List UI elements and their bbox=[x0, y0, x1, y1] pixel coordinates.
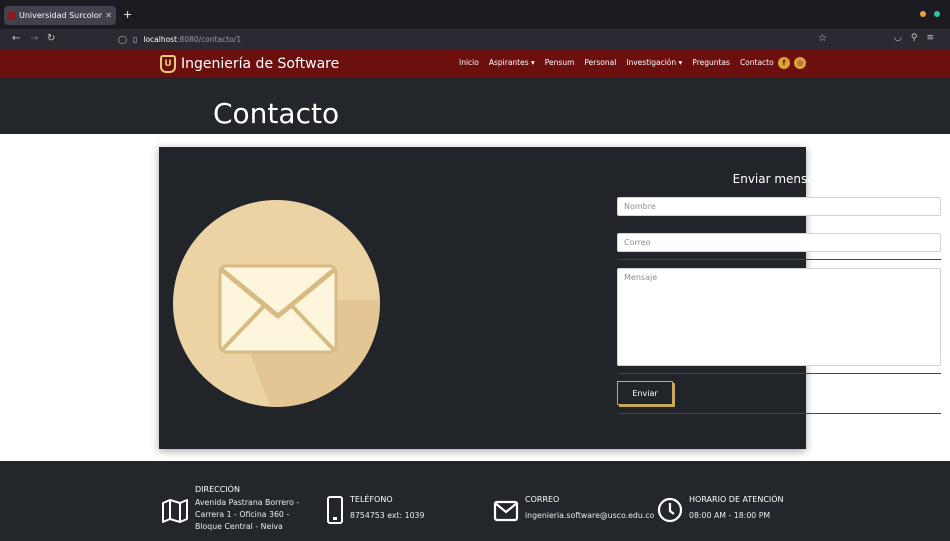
envelope-icon bbox=[493, 500, 519, 522]
footer-phone: TELÉFONO 8754753 ext: 1039 bbox=[326, 495, 424, 525]
footer-email: CORREO ingenieria.software@usco.edu.co bbox=[493, 495, 654, 522]
menu-icon[interactable]: ≡ bbox=[926, 33, 934, 43]
envelope-illustration bbox=[173, 200, 380, 407]
envelope-icon bbox=[218, 264, 338, 354]
site-footer: DIRECCIÓN Avenida Pastrana Borrero - Car… bbox=[0, 461, 950, 541]
tab-favicon-icon bbox=[8, 11, 16, 20]
pocket-icon[interactable]: ◡ bbox=[894, 33, 902, 43]
send-button[interactable]: Enviar bbox=[617, 381, 673, 405]
browser-toolbar: ← → ↻ ◯ ▯ localhost:8080/contacto/1 ☆ ◡ … bbox=[0, 29, 950, 50]
menu-item-pensum[interactable]: Pensum bbox=[545, 58, 575, 67]
url-host: localhost bbox=[143, 35, 178, 44]
map-icon bbox=[162, 499, 188, 523]
menu-item-aspirantes[interactable]: Aspirantes ▾ bbox=[489, 58, 535, 67]
email-value[interactable]: ingenieria.software@usco.edu.co bbox=[525, 510, 654, 522]
extension-icon[interactable]: ⚲ bbox=[911, 33, 918, 43]
site-brand[interactable]: U Ingeniería de Software bbox=[160, 55, 339, 73]
address-heading: DIRECCIÓN bbox=[195, 485, 240, 494]
url-bar[interactable]: ◯ ▯ localhost:8080/contacto/1 bbox=[118, 32, 838, 47]
site-navbar: U Ingeniería de Software Inicio Aspirant… bbox=[0, 50, 950, 77]
page-title: Contacto bbox=[213, 97, 340, 130]
phone-heading: TELÉFONO bbox=[350, 495, 393, 504]
divider bbox=[617, 259, 941, 260]
university-logo-icon: U bbox=[160, 55, 176, 73]
address-line: Avenida Pastrana Borrero - bbox=[195, 498, 300, 507]
address-line: Bloque Central - Neiva bbox=[195, 522, 283, 531]
footer-hours: HORARIO DE ATENCIÓN 08:00 AM - 18:00 PM bbox=[657, 495, 784, 523]
page-header: Contacto bbox=[0, 77, 950, 134]
window-controls bbox=[920, 11, 940, 17]
social-links: f ◎ bbox=[778, 57, 806, 69]
window-dot-icon[interactable] bbox=[934, 11, 940, 17]
menu-item-preguntas[interactable]: Preguntas bbox=[692, 58, 730, 67]
phone-icon bbox=[327, 496, 343, 524]
browser-tab[interactable]: Universidad Surcolombian ✕ bbox=[4, 6, 116, 25]
contact-card: Enviar mensaje Enviar bbox=[159, 147, 941, 449]
menu-item-personal[interactable]: Personal bbox=[584, 58, 616, 67]
phone-value: 8754753 ext: 1039 bbox=[350, 511, 425, 520]
name-input[interactable] bbox=[617, 197, 941, 216]
shield-icon: ◯ bbox=[118, 35, 127, 44]
clock-icon bbox=[657, 497, 683, 523]
email-heading: CORREO bbox=[525, 495, 560, 504]
brand-title: Ingeniería de Software bbox=[181, 56, 340, 72]
form-title: Enviar mensaje bbox=[732, 172, 826, 186]
hours-value: 08:00 AM - 18:00 PM bbox=[689, 511, 771, 520]
reload-icon[interactable]: ↻ bbox=[47, 33, 55, 44]
menu-item-inicio[interactable]: Inicio bbox=[459, 58, 479, 67]
forward-arrow-icon[interactable]: → bbox=[30, 33, 38, 44]
browser-tab-bar: Universidad Surcolombian ✕ + bbox=[0, 0, 950, 29]
email-input[interactable] bbox=[617, 233, 941, 252]
facebook-icon[interactable]: f bbox=[778, 57, 790, 69]
divider bbox=[617, 373, 941, 374]
footer-address: DIRECCIÓN Avenida Pastrana Borrero - Car… bbox=[161, 485, 299, 533]
url-path: :8080/contacto/1 bbox=[177, 35, 242, 44]
hours-heading: HORARIO DE ATENCIÓN bbox=[689, 495, 784, 504]
bookmark-star-icon[interactable]: ☆ bbox=[818, 33, 827, 44]
address-line: Carrera 1 - Oficina 360 - bbox=[195, 510, 290, 519]
extension-icons: ◡ ⚲ ≡ bbox=[894, 33, 934, 43]
menu-item-investigacion[interactable]: Investigación ▾ bbox=[626, 58, 682, 67]
window-dot-icon[interactable] bbox=[920, 11, 926, 17]
menu-item-contacto[interactable]: Contacto bbox=[740, 58, 774, 67]
tab-close-icon[interactable]: ✕ bbox=[105, 11, 112, 20]
new-tab-button[interactable]: + bbox=[123, 8, 132, 21]
instagram-icon[interactable]: ◎ bbox=[794, 57, 806, 69]
main-menu: Inicio Aspirantes ▾ Pensum Personal Inve… bbox=[459, 58, 774, 67]
divider bbox=[617, 413, 941, 414]
tab-title: Universidad Surcolombian bbox=[19, 11, 102, 20]
back-arrow-icon[interactable]: ← bbox=[12, 33, 20, 44]
message-textarea[interactable] bbox=[617, 268, 941, 366]
page-icon: ▯ bbox=[132, 35, 138, 44]
